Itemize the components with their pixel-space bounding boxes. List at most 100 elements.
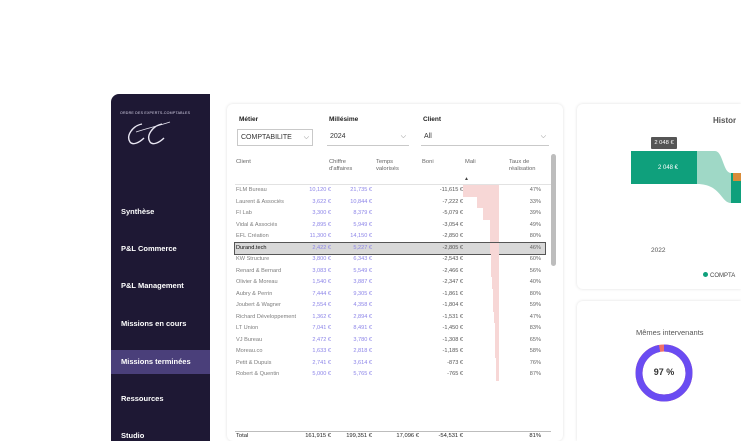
sidebar-item[interactable]: P&L Management	[111, 274, 210, 298]
temps-cell: 2,894 €	[353, 313, 372, 320]
total-mali: -54,531 €	[438, 433, 464, 439]
table-row[interactable]: Moreau.co 1,633 € 2,818 € -1,185 € 58%	[235, 346, 545, 358]
legend-dot-icon	[703, 272, 708, 277]
client-cell: FI Lab	[236, 210, 252, 216]
logo-icon	[128, 121, 171, 145]
client-cell: FLM Bureau	[236, 187, 267, 193]
mali-bar	[491, 265, 499, 277]
temps-cell: 2,818 €	[353, 348, 372, 354]
table-row[interactable]: EFL Création 11,300 € 14,150 € -2,850 € 80%	[235, 231, 545, 243]
ca-cell: 1,362 €	[312, 313, 331, 320]
table-row[interactable]: FLM Bureau 10,120 € 21,735 € -11,615 € 47%	[235, 185, 545, 197]
temps-cell: 9,305 €	[353, 290, 372, 297]
taux-cell: 49%	[529, 221, 541, 228]
table-row[interactable]: Joubert & Wagner 2,554 € 4,358 € -1,804 € 59…	[235, 300, 545, 312]
ca-cell: 3,800 €	[312, 256, 331, 262]
table-row[interactable]: VJ Bureau 2,472 € 3,780 € -1,308 € 65%	[235, 334, 545, 346]
table-row[interactable]: Robert & Quentin 5,000 € 5,765 € -765 € 87%	[235, 369, 545, 381]
total-taux: 81%	[529, 433, 541, 439]
taux-cell: 65%	[529, 336, 541, 343]
table-row[interactable]: Durand.tech 2,422 € 5,227 € -2,805 € 46%	[234, 241, 546, 255]
taux-cell: 46%	[529, 244, 541, 251]
temps-cell: 3,614 €	[353, 359, 372, 366]
total-temps: 199,351 €	[346, 433, 372, 439]
client-select[interactable]: All ⌵	[421, 129, 549, 146]
sidebar: ORDRE DES EXPERTS-COMPTABLES Synthèse P&L…	[111, 94, 210, 441]
mali-bar	[490, 231, 499, 243]
col-header-temps[interactable]: Temps valorisés	[376, 159, 410, 173]
historique-legend[interactable]: COMPTA	[703, 272, 735, 279]
table-row[interactable]: KW Structure 3,800 € 6,343 € -2,543 € 60%	[235, 254, 545, 266]
sidebar-item[interactable]: Missions en cours	[111, 312, 210, 336]
client-filter-label: Client	[423, 116, 442, 123]
metier-select-value: COMPTABILITE	[241, 134, 292, 141]
table-row[interactable]: Olivier & Moreau 1,540 € 3,887 € -2,347 € 40…	[235, 277, 545, 289]
mali-cell: -11,615 €	[439, 187, 463, 193]
taux-cell: 83%	[529, 325, 541, 331]
ca-cell: 3,300 €	[312, 210, 331, 216]
ca-cell: 1,540 €	[312, 279, 331, 285]
total-row: Total 161,915 € 199,351 € 17,096 € -54,5…	[235, 432, 545, 441]
mali-bar	[496, 357, 499, 369]
mali-cell: -2,805 €	[442, 244, 463, 251]
sidebar-item[interactable]: Missions terminées	[111, 350, 210, 374]
mali-bar	[495, 346, 499, 358]
org-name: ORDRE DES EXPERTS-COMPTABLES	[120, 111, 191, 115]
memes-intervenants-title: Mêmes intervenants	[636, 328, 704, 337]
table-row[interactable]: Renard & Bernard 3,083 € 5,549 € -2,466 € 56…	[235, 265, 545, 277]
taux-cell: 33%	[529, 198, 541, 205]
memes-intervenants-panel: Mêmes intervenants 97 %	[577, 301, 741, 441]
taux-cell: 76%	[529, 359, 541, 366]
total-ca: 161,915 €	[305, 433, 331, 439]
col-header-boni[interactable]: Boni	[422, 159, 434, 166]
table-row[interactable]: Aubry & Perrin 7,444 € 9,305 € -1,861 € 80%	[235, 288, 545, 300]
mali-cell: -2,850 €	[442, 233, 463, 239]
ca-cell: 2,554 €	[312, 302, 331, 308]
mali-bar	[493, 288, 499, 300]
client-cell: Olivier & Moreau	[236, 279, 278, 285]
mali-bar	[495, 334, 499, 346]
mali-cell: -765 €	[447, 371, 463, 377]
client-cell: Joubert & Wagner	[236, 302, 281, 308]
table-row[interactable]: Richard Développement 1,362 € 2,894 € -1,53…	[235, 311, 545, 323]
taux-cell: 58%	[529, 348, 541, 354]
col-header-client[interactable]: Client	[236, 159, 251, 166]
client-cell: Renard & Bernard	[236, 267, 282, 274]
ca-cell: 7,444 €	[312, 290, 331, 297]
mali-cell: -1,185 €	[442, 348, 463, 354]
taux-cell: 87%	[529, 371, 541, 377]
mali-cell: -7,222 €	[442, 198, 463, 205]
sort-ascending-icon[interactable]: ▲	[464, 176, 469, 182]
sidebar-item[interactable]: Synthèse	[111, 200, 210, 224]
col-header-ca[interactable]: Chiffre d'affaires	[329, 159, 367, 173]
table-row[interactable]: Laurent & Associés 3,622 € 10,844 € -7,222 …	[235, 196, 545, 208]
table-row[interactable]: Vidal & Associés 2,895 € 5,949 € -3,054 € 49…	[235, 219, 545, 231]
temps-cell: 14,150 €	[350, 233, 372, 239]
chevron-down-icon: ⌵	[400, 133, 406, 140]
col-header-taux[interactable]: Taux de réalisation	[509, 159, 547, 173]
client-cell: Petit & Dupuis	[236, 359, 272, 366]
millesime-select[interactable]: 2024 ⌵	[327, 129, 409, 146]
table-scrollbar[interactable]	[551, 154, 556, 266]
mali-cell: -1,308 €	[442, 336, 463, 343]
mali-bar	[491, 277, 499, 289]
table-row[interactable]: Petit & Dupuis 2,741 € 3,614 € -873 € 76%	[235, 357, 545, 369]
ca-cell: 3,083 €	[312, 267, 331, 274]
table-row[interactable]: FI Lab 3,300 € 8,379 € -5,079 € 39%	[235, 208, 545, 220]
missions-table-panel: Métier COMPTABILITE ⌵ Millésime 2024 ⌵ C…	[227, 104, 563, 441]
sidebar-item[interactable]: Studio	[111, 424, 210, 441]
sidebar-item[interactable]: Ressources	[111, 387, 210, 411]
client-cell: LT Union	[236, 325, 259, 331]
total-label: Total	[236, 433, 249, 439]
client-cell: KW Structure	[236, 256, 270, 262]
table-row[interactable]: LT Union 7,041 € 8,491 € -1,450 € 83%	[235, 323, 545, 335]
mali-cell: -2,466 €	[442, 267, 463, 274]
col-header-mali[interactable]: Mali	[465, 159, 476, 166]
mali-bar	[476, 196, 499, 208]
metier-select[interactable]: COMPTABILITE ⌵	[237, 129, 313, 146]
sidebar-item[interactable]: P&L Commerce	[111, 237, 210, 261]
taux-cell: 60%	[529, 256, 541, 262]
historique-year-label: 2022	[651, 247, 666, 254]
mali-bar	[491, 254, 499, 266]
historique-panel: Histor 2 048 € 2 048 € 2022 COMPTA	[577, 104, 741, 289]
